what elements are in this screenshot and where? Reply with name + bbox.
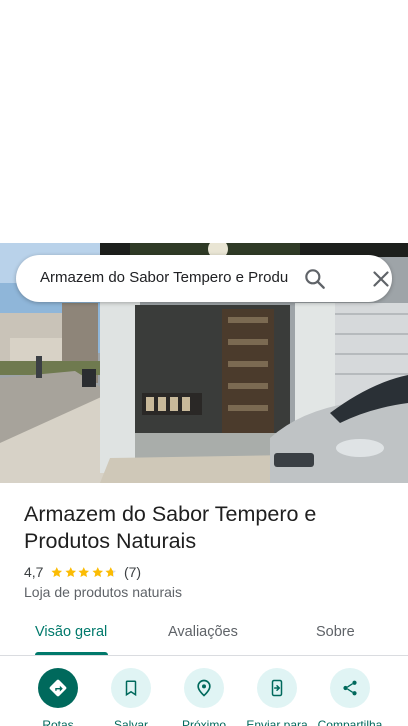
send-to-phone-icon	[257, 668, 297, 708]
tab-reviews[interactable]: Avaliações	[168, 624, 238, 640]
place-title: Armazem do Sabor Tempero e Produtos Natu…	[24, 502, 317, 553]
star-icon	[78, 566, 90, 577]
search-icon[interactable]	[302, 266, 328, 292]
share-button[interactable]: Compartilha	[313, 668, 387, 726]
tab-overview[interactable]: Visão geral	[35, 624, 107, 640]
reviews-count[interactable]: (7)	[124, 564, 141, 580]
star-icon	[51, 566, 63, 577]
share-icon	[330, 668, 370, 708]
rating-row[interactable]: 4,7 (7)	[24, 563, 141, 581]
search-input[interactable]: Armazem do Sabor Tempero e Produtos Natu…	[40, 269, 288, 286]
star-half-icon	[105, 566, 117, 577]
star-icon	[65, 566, 77, 577]
send-to-phone-button[interactable]: Enviar para	[240, 668, 314, 726]
star-icon	[92, 566, 104, 577]
nearby-button[interactable]: Próximo	[167, 668, 241, 726]
bookmark-icon	[111, 668, 151, 708]
tab-about[interactable]: Sobre	[316, 624, 355, 640]
search-bar[interactable]: Armazem do Sabor Tempero e Produtos Natu…	[16, 255, 392, 302]
place-category: Loja de produtos naturais	[24, 584, 182, 600]
directions-label: Rotas	[42, 718, 74, 726]
place-tabs: Visão geral Avaliações Sobre	[0, 612, 408, 656]
share-label: Compartilha	[317, 718, 383, 726]
directions-icon	[38, 668, 78, 708]
nearby-label: Próximo	[181, 718, 226, 726]
nearby-icon	[184, 668, 224, 708]
rating-value: 4,7	[24, 564, 44, 580]
close-icon[interactable]	[368, 266, 394, 292]
active-tab-indicator	[35, 652, 108, 655]
action-buttons: Rotas Salvar Próximo Enviar para Compart…	[0, 668, 408, 726]
save-button[interactable]: Salvar	[94, 668, 168, 726]
save-label: Salvar	[113, 718, 148, 726]
directions-button[interactable]: Rotas	[21, 668, 95, 726]
rating-stars	[50, 566, 118, 579]
send-to-phone-label: Enviar para	[246, 718, 308, 726]
